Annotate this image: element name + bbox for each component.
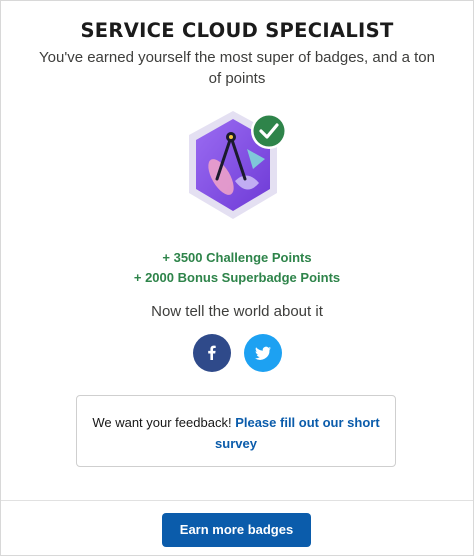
challenge-points: + 3500 Challenge Points — [162, 250, 312, 265]
badge-earned-modal: SERVICE CLOUD SPECIALIST You've earned y… — [0, 0, 474, 556]
facebook-icon — [208, 345, 216, 360]
modal-title: SERVICE CLOUD SPECIALIST — [80, 19, 394, 42]
twitter-icon — [255, 346, 271, 360]
bonus-points: + 2000 Bonus Superbadge Points — [133, 270, 341, 285]
modal-subtitle: You've earned yourself the most super of… — [39, 49, 435, 87]
earn-more-badges-button[interactable]: Earn more badges — [162, 513, 311, 547]
facebook-share-button[interactable] — [193, 334, 231, 372]
footer-divider — [1, 500, 473, 501]
superbadge-compass-icon — [189, 111, 287, 219]
survey-link[interactable]: Please fill out our short survey — [215, 415, 380, 451]
feedback-text: We want your feedback! — [92, 415, 232, 430]
feedback-box: We want your feedback! Please fill out o… — [76, 395, 396, 467]
twitter-share-button[interactable] — [244, 334, 282, 372]
share-prompt: Now tell the world about it — [151, 303, 323, 320]
checkmark-icon — [253, 115, 285, 147]
